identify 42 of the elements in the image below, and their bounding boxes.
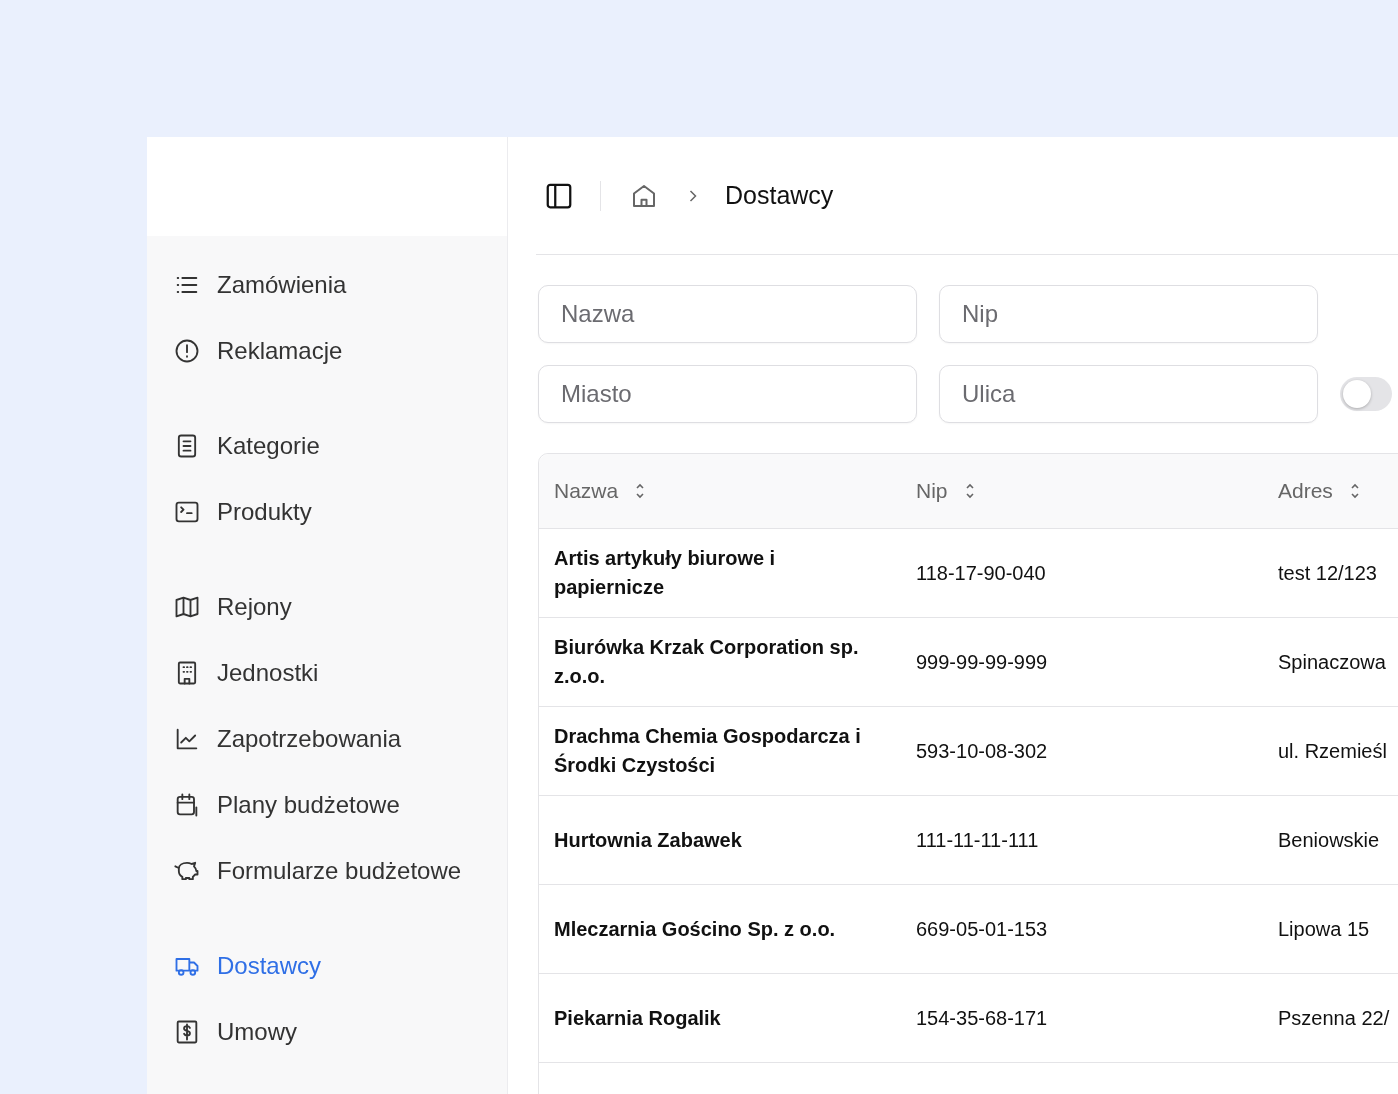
table-cell-text: Mleczarnia Gościno Sp. z o.o.: [554, 916, 836, 942]
sidebar-item[interactable]: Reklamacje: [173, 318, 507, 384]
sidebar-item[interactable]: Dostawcy: [173, 933, 507, 999]
table-cell-text: Artis artykuły biurowe i papiernicze: [554, 546, 777, 600]
sort-icon[interactable]: [634, 481, 647, 501]
column-header[interactable]: Adres: [1278, 479, 1333, 503]
sidebar-item[interactable]: Formularze budżetowe: [173, 838, 507, 904]
table-cell: 118-17-90-040: [916, 561, 1046, 585]
table-cell-text: Hurtownia Zabawek: [554, 827, 742, 853]
table-cell: test 12/123: [1278, 561, 1377, 585]
table-cell: Beniowskie: [1278, 828, 1380, 852]
table-cell: Spinaczowa: [1278, 650, 1386, 674]
filter-field[interactable]: Miasto: [538, 365, 917, 423]
table-cell: 154-35-68-171: [916, 1006, 1048, 1030]
exclamation-circle-icon: [173, 337, 201, 365]
table-cell: 999-99-99-999: [916, 650, 1048, 674]
toggle-switch[interactable]: [1340, 377, 1392, 411]
table-cell-text: Biurówka Krzak Corporation sp. z.o.o.: [554, 635, 860, 689]
sidebar-item[interactable]: Jednostki: [173, 640, 507, 706]
sidebar-item[interactable]: Produkty: [173, 479, 507, 545]
breadcrumb-current: Dostawcy: [725, 181, 834, 210]
table-cell: Pszenna 22/: [1278, 1006, 1390, 1030]
filter-field[interactable]: Nip: [939, 285, 1318, 343]
table-cell: Lipowa 15: [1278, 917, 1370, 941]
column-header[interactable]: Nip: [916, 479, 948, 503]
table-cell: 593-10-08-302: [916, 739, 1048, 763]
sort-icon[interactable]: [1348, 481, 1361, 501]
sidebar-item[interactable]: Umowy: [173, 999, 507, 1065]
column-header[interactable]: Nazwa: [554, 479, 619, 503]
table-cell: 111-11-11-111: [916, 828, 1039, 852]
filter-field[interactable]: Ulica: [939, 365, 1318, 423]
sidebar-item[interactable]: Kategorie: [173, 413, 507, 479]
sidebar-item[interactable]: Zamówienia: [173, 252, 507, 318]
filter-field[interactable]: Nazwa: [538, 285, 917, 343]
sidebar-item[interactable]: Zapotrzebowania: [173, 706, 507, 772]
table-cell: ul. Rzemieśl: [1278, 739, 1387, 763]
table-cell-text: Piekarnia Rogalik: [554, 1005, 721, 1031]
sidebar-item[interactable]: Rejony: [173, 574, 507, 640]
table-cell: 669-05-01-153: [916, 917, 1048, 941]
sort-icon[interactable]: [963, 481, 976, 501]
sidebar-item[interactable]: Plany budżetowe: [173, 772, 507, 838]
table-cell-text: Drachma Chemia Gospodarcza i Środki Czystości: [554, 724, 862, 778]
